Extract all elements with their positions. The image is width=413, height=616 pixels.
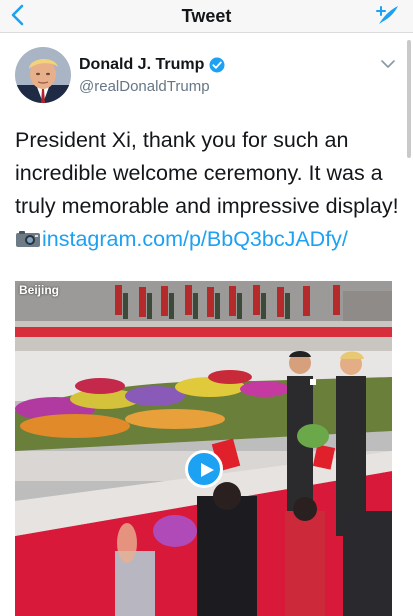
tweet-text-line: incredible welcome ceremony. It was a bbox=[15, 161, 383, 185]
author-name-row[interactable]: Donald J. Trump bbox=[79, 56, 225, 74]
camera-emoji-icon bbox=[16, 231, 40, 247]
location-label: Beijing bbox=[19, 283, 60, 297]
compose-tweet-icon[interactable] bbox=[375, 3, 401, 27]
user-handle[interactable]: @realDonaldTrump bbox=[79, 78, 210, 95]
video-thumbnail[interactable]: Beijing bbox=[15, 281, 392, 616]
play-button[interactable] bbox=[185, 450, 223, 488]
display-name[interactable]: Donald J. Trump bbox=[79, 56, 204, 74]
tweet-text-line: truly memorable and impressive display! bbox=[15, 194, 399, 218]
verified-badge-icon bbox=[209, 57, 225, 73]
play-icon bbox=[201, 463, 214, 477]
tweet-text: President Xi, thank you for such an incr… bbox=[15, 124, 400, 256]
video-scene-image bbox=[15, 281, 392, 616]
page-title: Tweet bbox=[181, 6, 232, 26]
avatar[interactable] bbox=[15, 47, 71, 103]
navigation-bar: Tweet bbox=[0, 0, 413, 33]
tweet-text-line: President Xi, thank you for such an bbox=[15, 128, 349, 152]
chevron-down-icon[interactable] bbox=[381, 59, 395, 69]
instagram-link[interactable]: instagram.com/p/BbQ3bcJADfy/ bbox=[42, 227, 348, 251]
tweet-link-line: instagram.com/p/BbQ3bcJADfy/ bbox=[15, 223, 400, 256]
scrollbar[interactable] bbox=[407, 40, 411, 158]
